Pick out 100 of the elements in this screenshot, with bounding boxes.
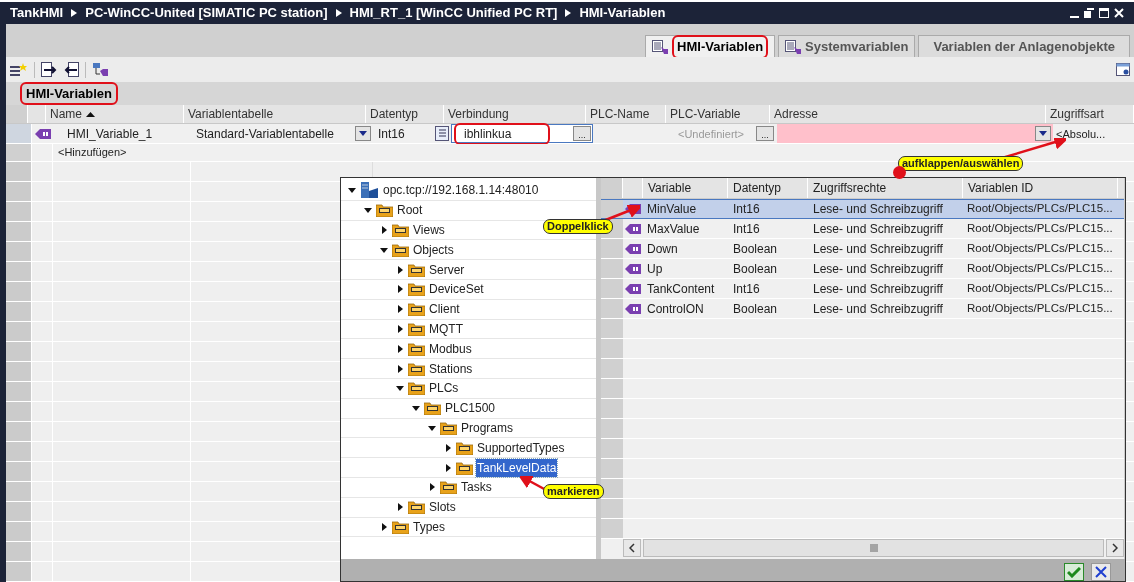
tree-item[interactable]: PLCs <box>428 379 460 398</box>
column-header[interactable]: Name <box>46 105 184 124</box>
table-cell-text: Root/Objects/PLCs/PLC15... <box>966 220 1114 236</box>
variable-row[interactable]: Down Boolean Lese- und Schreibzugriff Root/Objects/PLCs/PLC15... <box>601 239 1124 259</box>
collapse-arrow-icon[interactable] <box>364 206 372 215</box>
expand-arrow-icon[interactable] <box>396 324 404 333</box>
expand-arrow-icon[interactable] <box>396 285 404 294</box>
tree-item[interactable]: Modbus <box>428 339 473 358</box>
add-rows-icon[interactable] <box>10 62 28 77</box>
expand-arrow-icon[interactable] <box>428 483 436 492</box>
collapse-arrow-icon[interactable] <box>348 186 356 195</box>
tab[interactable]: HMI-Variablen <box>645 35 776 58</box>
breadcrumb-item[interactable]: HMI-Variablen <box>579 3 666 23</box>
add-row-placeholder[interactable]: <Hinzufügen> <box>53 144 132 161</box>
expand-arrow-icon[interactable] <box>396 503 404 512</box>
variable-row[interactable]: ControlON Boolean Lese- und Schreibzugriff Root/Objects/PLCs/PLC15... <box>601 299 1124 319</box>
tree-item[interactable]: opc.tcp://192.168.1.14:48010 <box>382 181 540 200</box>
variable-link-icon[interactable] <box>92 61 108 78</box>
scroll-left-button[interactable] <box>623 539 641 557</box>
scrollbar-thumb[interactable] <box>643 539 1104 557</box>
callout-label: markieren <box>543 484 604 499</box>
scroll-right-button[interactable] <box>1106 539 1124 557</box>
tree-item[interactable]: MQTT <box>428 319 464 338</box>
breadcrumb-item[interactable]: PC-WinCC-United [SIMATIC PC station] <box>85 3 328 23</box>
expand-arrow-icon[interactable] <box>444 443 452 452</box>
table-cell-text: Int16 <box>732 280 761 298</box>
export-icon[interactable] <box>41 61 57 78</box>
tree-item[interactable]: Client <box>428 300 461 319</box>
checkmark-icon <box>1067 566 1081 578</box>
expand-arrow-icon[interactable] <box>396 344 404 353</box>
table-cell-text: Standard-Variablentabelle <box>196 125 334 143</box>
import-icon[interactable] <box>63 61 79 78</box>
expand-arrow-icon[interactable] <box>396 364 404 373</box>
expand-arrow-icon[interactable] <box>380 226 388 234</box>
tree-item[interactable]: Server <box>428 260 466 279</box>
folder-icon <box>440 420 457 435</box>
settings-icon[interactable] <box>1116 62 1130 77</box>
callout-label: aufklappen/auswählen <box>898 156 1024 171</box>
chevron-right-icon <box>565 9 572 17</box>
expand-arrow-icon[interactable] <box>380 522 388 531</box>
chevron-right-icon <box>1112 543 1118 553</box>
tree-item[interactable]: DeviceSet <box>428 280 485 299</box>
tree-item[interactable]: Root <box>396 201 424 220</box>
tree-item[interactable]: Slots <box>428 498 457 517</box>
browse-button[interactable]: ... <box>573 126 591 142</box>
caret-icon <box>1039 131 1047 137</box>
column-header[interactable]: Adresse <box>770 105 1046 124</box>
confirm-button[interactable] <box>1064 563 1084 581</box>
collapse-arrow-icon[interactable] <box>396 384 404 393</box>
browse-button[interactable]: ... <box>756 126 774 142</box>
address-field[interactable] <box>777 124 1053 144</box>
tree-item[interactable]: Programs <box>460 418 514 437</box>
table-cell-text: Lese- und Schreibzugriff <box>812 260 944 278</box>
column-header[interactable]: Zugriffsart <box>1046 105 1134 124</box>
variable-row[interactable]: Up Boolean Lese- und Schreibzugriff Root/Objects/PLCs/PLC15... <box>601 259 1124 279</box>
list-icon[interactable] <box>435 126 449 142</box>
table-cell-text: Boolean <box>732 260 779 278</box>
maximize-icon[interactable] <box>1099 8 1109 18</box>
column-header[interactable]: Variablentabelle <box>184 105 366 124</box>
folder-icon <box>392 223 409 237</box>
collapse-arrow-icon[interactable] <box>412 404 420 413</box>
dropdown-button[interactable] <box>355 126 371 142</box>
table-cell-text: Boolean <box>732 300 779 318</box>
tree-item[interactable]: PLC1500 <box>444 399 497 418</box>
table-cell-text: MinValue <box>646 201 698 218</box>
table-cell-text: MaxValue <box>646 220 701 238</box>
folder-icon <box>408 282 425 297</box>
tree-item[interactable]: Stations <box>428 359 474 378</box>
collapse-arrow-icon[interactable] <box>380 245 388 254</box>
tree-item[interactable]: TankLevelData <box>476 458 558 477</box>
restore-icon[interactable] <box>1084 8 1094 18</box>
column-header[interactable]: Variable <box>643 178 728 198</box>
column-header[interactable]: PLC-Name <box>586 105 666 124</box>
tree-item[interactable]: SupportedTypes <box>476 438 566 457</box>
dropdown-button[interactable] <box>1035 126 1051 142</box>
tag-icon <box>625 243 641 254</box>
table-cell-text: Boolean <box>732 240 779 258</box>
tree-item[interactable]: Tasks <box>460 478 493 497</box>
tab[interactable]: Systemvariablen <box>778 35 916 58</box>
breadcrumb-item[interactable]: HMI_RT_1 [WinCC Unified PC RT] <box>349 3 558 23</box>
expand-arrow-icon[interactable] <box>444 463 452 472</box>
column-header[interactable]: PLC-Variable <box>666 105 770 124</box>
table-icon <box>785 39 802 54</box>
tree-item[interactable]: Types <box>412 517 446 536</box>
table-cell-text: <Absolu... <box>1055 126 1106 142</box>
tree-item[interactable]: Views <box>412 221 446 239</box>
expand-arrow-icon[interactable] <box>396 265 404 274</box>
table-cell-text: Lese- und Schreibzugriff <box>812 240 944 258</box>
breadcrumb-item[interactable]: TankHMI <box>10 3 64 23</box>
column-header[interactable]: Datentyp <box>728 178 808 198</box>
expand-arrow-icon[interactable] <box>396 305 404 314</box>
collapse-arrow-icon[interactable] <box>428 423 436 432</box>
close-icon[interactable] <box>1114 8 1124 18</box>
tree-item[interactable]: Objects <box>412 240 455 259</box>
variable-row[interactable]: TankContent Int16 Lese- und Schreibzugriff Root/Objects/PLCs/PLC15... <box>601 279 1124 299</box>
column-header[interactable]: Datentyp <box>366 105 444 124</box>
tab[interactable]: Variablen der Anlagenobjekte <box>918 35 1130 58</box>
column-header[interactable]: Variablen ID <box>963 178 1118 198</box>
cancel-button[interactable] <box>1091 563 1111 581</box>
column-header[interactable]: Verbindung <box>444 105 586 124</box>
